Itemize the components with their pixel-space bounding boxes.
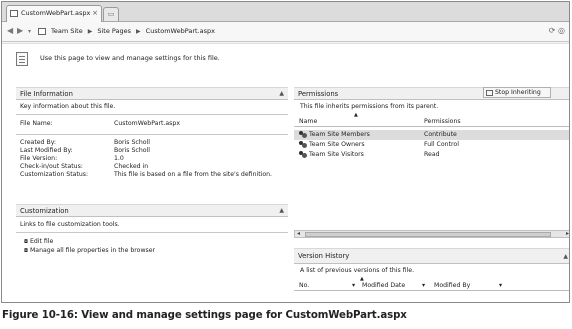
- file-version-value: 1.0: [114, 155, 124, 162]
- group-name[interactable]: Team Site Owners: [309, 141, 365, 148]
- page-icon: [10, 10, 18, 17]
- group-permission: Full Control: [424, 141, 459, 148]
- stop-inheriting-label: Stop Inheriting: [495, 89, 541, 96]
- version-history-header: Version History ▲: [294, 248, 569, 264]
- collapse-icon[interactable]: ▲: [563, 249, 568, 264]
- checkin-status-label: Check-in/out Status:: [20, 163, 83, 170]
- scroll-left-icon[interactable]: ◂: [297, 230, 300, 237]
- breadcrumb-item-team-site[interactable]: Team Site: [51, 27, 83, 35]
- collapse-icon[interactable]: ▲: [279, 88, 284, 100]
- figure-caption: Figure 10-16: View and manage settings p…: [2, 310, 407, 321]
- file-info-subtitle: Key information about this file.: [20, 103, 116, 110]
- refresh-icon[interactable]: ⟳ ◎: [549, 26, 565, 35]
- manage-properties-link-row: ◘ Manage all file properties in the brow…: [24, 247, 155, 254]
- column-dropdown-icon[interactable]: ▾: [422, 280, 425, 291]
- group-name[interactable]: Team Site Members: [309, 131, 370, 138]
- group-name[interactable]: Team Site Visitors: [309, 151, 364, 158]
- divider: [16, 114, 288, 115]
- breadcrumb: Team Site ▶ Site Pages ▶ CustomWebPart.aspx: [38, 27, 220, 35]
- browser-window: CustomWebPart.aspx × ▭ ◀ ▶ ▾ Team Site ▶ S…: [1, 1, 570, 303]
- table-row[interactable]: Team Site Members Contribute: [294, 130, 569, 140]
- file-info-header: File Information ▲: [16, 87, 288, 100]
- group-icon: [299, 140, 307, 148]
- customization-status-value: This file is based on a file from the si…: [114, 171, 273, 178]
- group-permission: Read: [424, 151, 440, 158]
- version-grid-header: No. ▾ ▲ Modified Date ▾ Modified By ▾: [294, 276, 569, 291]
- breadcrumb-separator-icon: ▶: [87, 28, 93, 35]
- bullet-icon: ◘: [24, 239, 28, 245]
- column-modified-by[interactable]: Modified By: [434, 280, 470, 291]
- file-info-title: File Information: [20, 90, 73, 98]
- stop-inheriting-button[interactable]: Stop Inheriting: [483, 87, 551, 98]
- breadcrumb-item-page[interactable]: CustomWebPart.aspx: [146, 27, 215, 35]
- column-dropdown-icon[interactable]: ▾: [499, 280, 502, 291]
- customization-subtitle: Links to file customization tools.: [20, 221, 120, 228]
- group-permission: Contribute: [424, 131, 457, 138]
- collapse-icon[interactable]: ▲: [279, 205, 284, 217]
- column-permissions[interactable]: Permissions: [424, 116, 461, 127]
- file-version-label: File Version:: [20, 155, 58, 162]
- file-name-label: File Name:: [20, 120, 53, 127]
- horizontal-scrollbar[interactable]: ◂ ▸: [294, 230, 569, 238]
- site-icon: [38, 27, 46, 35]
- checkin-status-value: Checked in: [114, 163, 149, 170]
- permissions-title: Permissions: [298, 90, 339, 98]
- created-by-label: Created By:: [20, 139, 56, 146]
- intro-text: Use this page to view and manage setting…: [40, 54, 220, 62]
- permissions-subtitle: This file inherits permissions from its …: [300, 103, 439, 110]
- new-tab-button[interactable]: ▭: [103, 7, 119, 21]
- edit-file-link-row: ◘ Edit file: [24, 238, 53, 245]
- sort-icon: ▲: [354, 112, 358, 118]
- back-icon[interactable]: ◀: [7, 26, 13, 35]
- created-by-value: Boris Scholl: [114, 139, 150, 146]
- customization-status-label: Customization Status:: [20, 171, 89, 178]
- divider: [16, 232, 288, 233]
- column-dropdown-icon[interactable]: ▾: [352, 280, 355, 291]
- scroll-right-icon[interactable]: ▸: [566, 230, 569, 237]
- column-no[interactable]: No.: [299, 280, 309, 291]
- table-row[interactable]: Team Site Owners Full Control: [294, 140, 569, 150]
- document-icon: [16, 52, 28, 66]
- tab-title: CustomWebPart.aspx: [21, 9, 91, 17]
- forward-icon[interactable]: ▶: [17, 26, 23, 35]
- file-name-value: CustomWebPart.aspx: [114, 120, 180, 127]
- history-dropdown-icon[interactable]: ▾: [28, 28, 31, 35]
- customization-header: Customization ▲: [16, 204, 288, 217]
- address-bar: ◀ ▶ ▾ Team Site ▶ Site Pages ▶ CustomWebPart…: [2, 22, 569, 42]
- table-row[interactable]: Team Site Visitors Read: [294, 150, 569, 160]
- manage-properties-link[interactable]: Manage all file properties in the browse…: [30, 247, 155, 254]
- version-history-title: Version History: [298, 252, 350, 260]
- column-modified-date[interactable]: Modified Date: [362, 280, 405, 291]
- close-tab-icon[interactable]: ×: [92, 6, 98, 21]
- edit-file-link[interactable]: Edit file: [30, 238, 53, 245]
- page-content: Use this page to view and manage setting…: [2, 43, 569, 302]
- browser-tab[interactable]: CustomWebPart.aspx ×: [6, 5, 102, 22]
- permissions-grid-header: Name ▲ Permissions: [294, 112, 569, 127]
- tab-strip: CustomWebPart.aspx × ▭: [2, 2, 569, 22]
- last-modified-by-value: Boris Scholl: [114, 147, 150, 154]
- version-history-subtitle: A list of previous versions of this file…: [300, 267, 415, 274]
- column-name[interactable]: Name: [299, 116, 317, 127]
- bullet-icon: ◘: [24, 248, 28, 254]
- customization-title: Customization: [20, 207, 69, 215]
- breadcrumb-separator-icon: ▶: [136, 28, 141, 35]
- divider: [16, 134, 288, 135]
- group-icon: [299, 150, 307, 158]
- stop-inheriting-icon: [486, 90, 493, 96]
- last-modified-by-label: Last Modified By:: [20, 147, 73, 154]
- scrollbar-thumb[interactable]: [305, 232, 551, 237]
- breadcrumb-item-site-pages[interactable]: Site Pages: [97, 27, 131, 35]
- group-icon: [299, 130, 307, 138]
